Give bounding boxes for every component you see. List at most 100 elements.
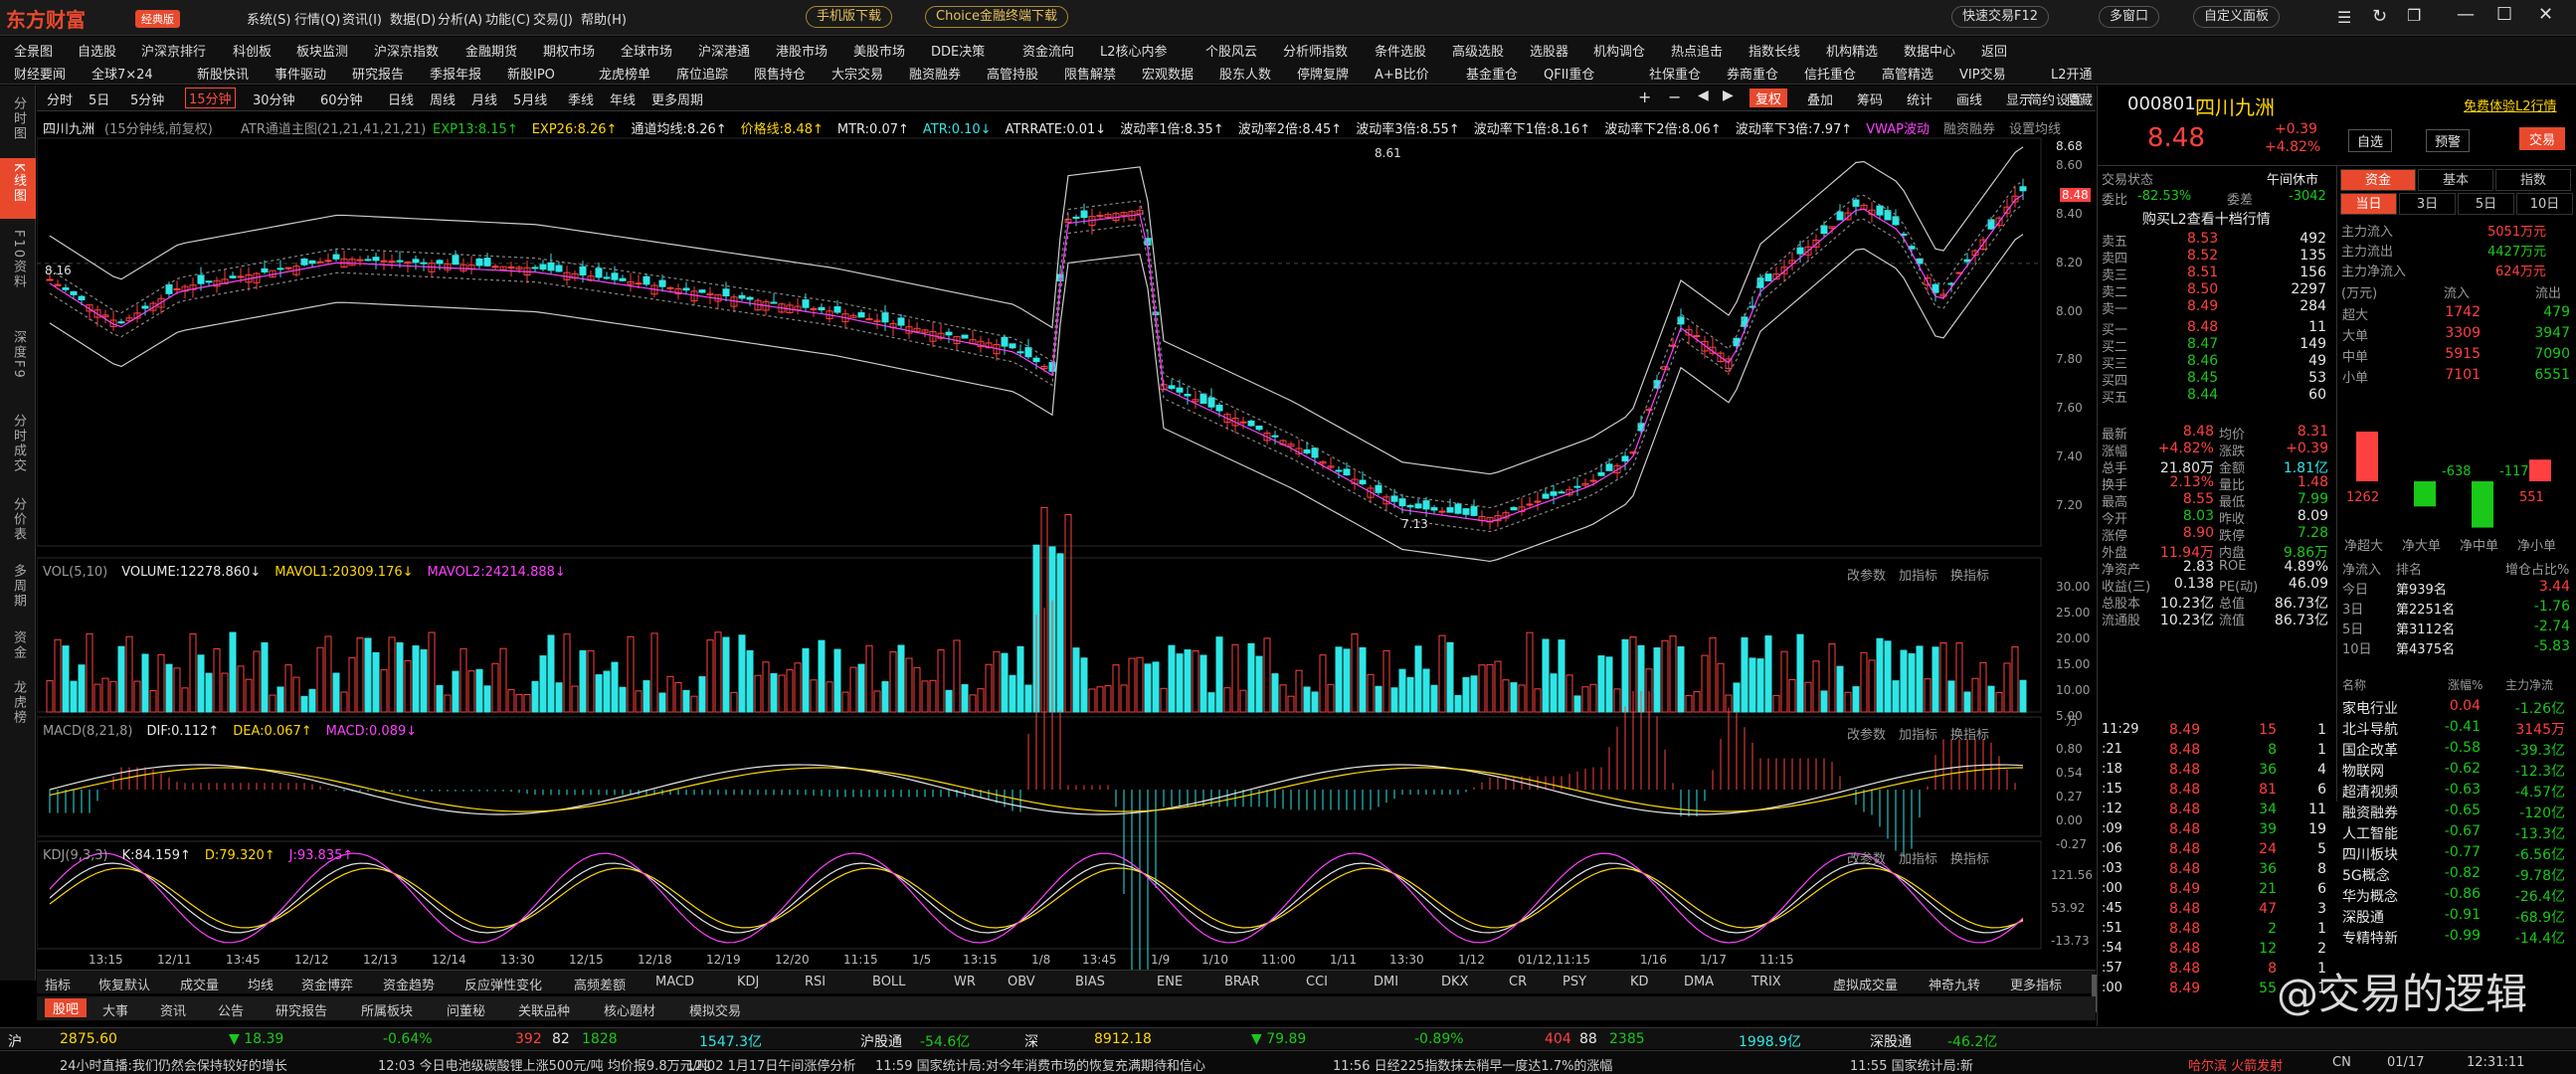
arrow-left-icon[interactable]: ◀ bbox=[1698, 88, 1709, 103]
indicator-tab[interactable]: BIAS bbox=[1075, 975, 1105, 989]
nav-item[interactable]: 限售持仓 bbox=[754, 64, 806, 83]
macd-add-button[interactable]: 加指标 bbox=[1899, 724, 1937, 743]
kdj-switch-button[interactable]: 换指标 bbox=[1950, 848, 1989, 867]
mobile-download-button[interactable]: 手机版下载 bbox=[806, 6, 893, 28]
period-8[interactable]: 月线 bbox=[471, 90, 497, 108]
atr-band-label[interactable]: ATR通道主图(21,21,41,21,21) bbox=[241, 118, 426, 137]
sector-name[interactable]: 物联网 bbox=[2342, 761, 2384, 781]
buy-l2-link[interactable]: 购买L2查看十档行情 bbox=[2142, 209, 2271, 229]
period-4[interactable]: 30分钟 bbox=[253, 90, 295, 108]
indicator-tab[interactable]: BRAR bbox=[1224, 975, 1259, 989]
bid-price[interactable]: 8.46 bbox=[2187, 353, 2218, 369]
indicator-tab[interactable]: BOLL bbox=[872, 975, 905, 989]
nav-item[interactable]: 高级选股 bbox=[1452, 41, 1504, 60]
info-tab[interactable]: 研究报告 bbox=[276, 1000, 327, 1019]
sector-name[interactable]: 华为概念 bbox=[2342, 886, 2398, 906]
nav-item[interactable]: 沪深京排行 bbox=[141, 41, 206, 60]
restore-icon[interactable]: ❐ bbox=[2407, 6, 2421, 25]
sector-name[interactable]: 深股通 bbox=[2342, 907, 2384, 927]
left-tab-3[interactable]: 深度F9 bbox=[0, 325, 36, 403]
window-menu-icon[interactable]: ☰ bbox=[2337, 8, 2351, 27]
menu-item[interactable]: 行情(Q) bbox=[294, 9, 340, 28]
refresh-icon[interactable]: ↻ bbox=[2372, 6, 2387, 27]
nav-item[interactable]: DDE决策 bbox=[931, 41, 985, 60]
bid-button[interactable]: 筹码 bbox=[1857, 90, 1883, 108]
left-tab-6[interactable]: 多周期 bbox=[0, 559, 36, 620]
period-7[interactable]: 周线 bbox=[430, 90, 456, 108]
indicator-tab[interactable]: 指标 bbox=[45, 975, 71, 993]
nav-item[interactable]: 研究报告 bbox=[352, 64, 404, 83]
nav-item[interactable]: 社保重仓 bbox=[1649, 64, 1701, 83]
sh-index-value[interactable]: 2875.60 bbox=[60, 1031, 117, 1047]
left-tab-8[interactable]: 龙虎榜 bbox=[0, 675, 36, 736]
ask-price[interactable]: 8.53 bbox=[2187, 231, 2218, 247]
capital-tab[interactable]: 资金 bbox=[2340, 169, 2416, 191]
restore-button[interactable]: 复权 bbox=[1749, 89, 1788, 107]
simplify-button[interactable]: 简约 bbox=[2029, 90, 2055, 108]
nav-item[interactable]: 全景图 bbox=[14, 41, 53, 60]
nav-item[interactable]: 全球市场 bbox=[621, 41, 672, 60]
info-tab[interactable]: 问董秘 bbox=[447, 1000, 485, 1019]
left-tab-0[interactable]: 分时图 bbox=[0, 91, 36, 152]
info-tab[interactable]: 公告 bbox=[218, 1000, 244, 1019]
indicator-tab[interactable]: CCI bbox=[1306, 975, 1328, 989]
menu-item[interactable]: 系统(S) bbox=[247, 9, 290, 28]
nav-item[interactable]: 新股快讯 bbox=[197, 64, 249, 83]
menu-item[interactable]: 资讯(I) bbox=[342, 9, 382, 28]
trade-button[interactable]: 交易 bbox=[2519, 127, 2566, 150]
sector-name[interactable]: 5G概念 bbox=[2342, 865, 2390, 885]
capital-period-tab[interactable]: 当日 bbox=[2340, 193, 2397, 215]
info-tab[interactable]: 关联品种 bbox=[518, 1000, 570, 1019]
stats-button[interactable]: 统计 bbox=[1907, 90, 1932, 108]
nav-item[interactable]: 资金流向 bbox=[1022, 41, 1074, 60]
left-tab-7[interactable]: 资金 bbox=[0, 626, 36, 669]
menu-item[interactable]: 交易(J) bbox=[533, 9, 573, 28]
period-12[interactable]: 更多周期 bbox=[651, 90, 703, 108]
nav-item[interactable]: 期权市场 bbox=[543, 41, 595, 60]
indicator-tab[interactable]: 成交量 bbox=[180, 975, 219, 993]
period-1[interactable]: 5日 bbox=[89, 90, 109, 108]
nav-item[interactable]: 融资融券 bbox=[909, 64, 961, 83]
indicator-tab[interactable]: 虚拟成交量 bbox=[1833, 975, 1898, 993]
info-tab[interactable]: 大事 bbox=[102, 1000, 128, 1019]
ticker-item[interactable]: 11:56 日经225指数抹去稍早一度达1.7%的涨幅 bbox=[1333, 1055, 1612, 1074]
nav-item[interactable]: 个股风云 bbox=[1205, 41, 1257, 60]
indicator-tab[interactable]: 资金趋势 bbox=[383, 975, 435, 993]
bid-price[interactable]: 8.47 bbox=[2187, 336, 2218, 352]
sz-index-value[interactable]: 8912.18 bbox=[1094, 1031, 1152, 1047]
nav-item[interactable]: 事件驱动 bbox=[275, 64, 326, 83]
indicator-tab[interactable]: RSI bbox=[805, 975, 826, 989]
indicator-tab[interactable]: KDJ bbox=[737, 975, 759, 989]
choice-download-button[interactable]: Choice金融终端下载 bbox=[925, 6, 1069, 28]
capital-tab[interactable]: 指数 bbox=[2495, 169, 2571, 191]
nav-item[interactable]: VIP交易 bbox=[1959, 64, 2006, 83]
nav-item[interactable]: 港股市场 bbox=[776, 41, 828, 60]
vol-add-button[interactable]: 加指标 bbox=[1899, 565, 1937, 584]
period-6[interactable]: 日线 bbox=[388, 90, 414, 108]
sector-name[interactable]: 专精特新 bbox=[2342, 928, 2398, 948]
indicator-tab[interactable]: OBV bbox=[1008, 975, 1035, 989]
nav-item[interactable]: 券商重仓 bbox=[1727, 64, 1778, 83]
maximize-icon[interactable]: ☐ bbox=[2496, 4, 2512, 25]
kdj-add-button[interactable]: 加指标 bbox=[1899, 848, 1937, 867]
nav-item[interactable]: 高管持股 bbox=[987, 64, 1038, 83]
multi-window-button[interactable]: 多窗口 bbox=[2099, 6, 2160, 28]
nav-item[interactable]: L2核心内参 bbox=[1100, 41, 1168, 60]
period-0[interactable]: 分时 bbox=[47, 90, 73, 108]
nav-item[interactable]: 高管精选 bbox=[1882, 64, 1933, 83]
nav-item[interactable]: 机构调仓 bbox=[1593, 41, 1645, 60]
nav-item[interactable]: 选股器 bbox=[1530, 41, 1568, 60]
indicator-tab[interactable]: 更多指标 bbox=[2010, 975, 2062, 993]
quick-trade-button[interactable]: 快速交易F12 bbox=[1951, 6, 2050, 28]
menu-item[interactable]: 数据(D) bbox=[390, 9, 436, 28]
period-11[interactable]: 年线 bbox=[610, 90, 636, 108]
indicator-tab[interactable]: DMA bbox=[1684, 975, 1714, 989]
close-icon[interactable]: ✕ bbox=[2538, 4, 2553, 25]
zoom-out-icon[interactable]: − bbox=[1668, 88, 1681, 106]
ask-price[interactable]: 8.49 bbox=[2187, 298, 2218, 314]
indicator-tab[interactable]: WR bbox=[954, 975, 976, 989]
sector-name[interactable]: 北斗导航 bbox=[2342, 719, 2398, 739]
nav-item[interactable]: 股东人数 bbox=[1219, 64, 1271, 83]
nav-item[interactable]: 信托重仓 bbox=[1804, 64, 1856, 83]
nav-item[interactable]: 分析师指数 bbox=[1283, 41, 1348, 60]
